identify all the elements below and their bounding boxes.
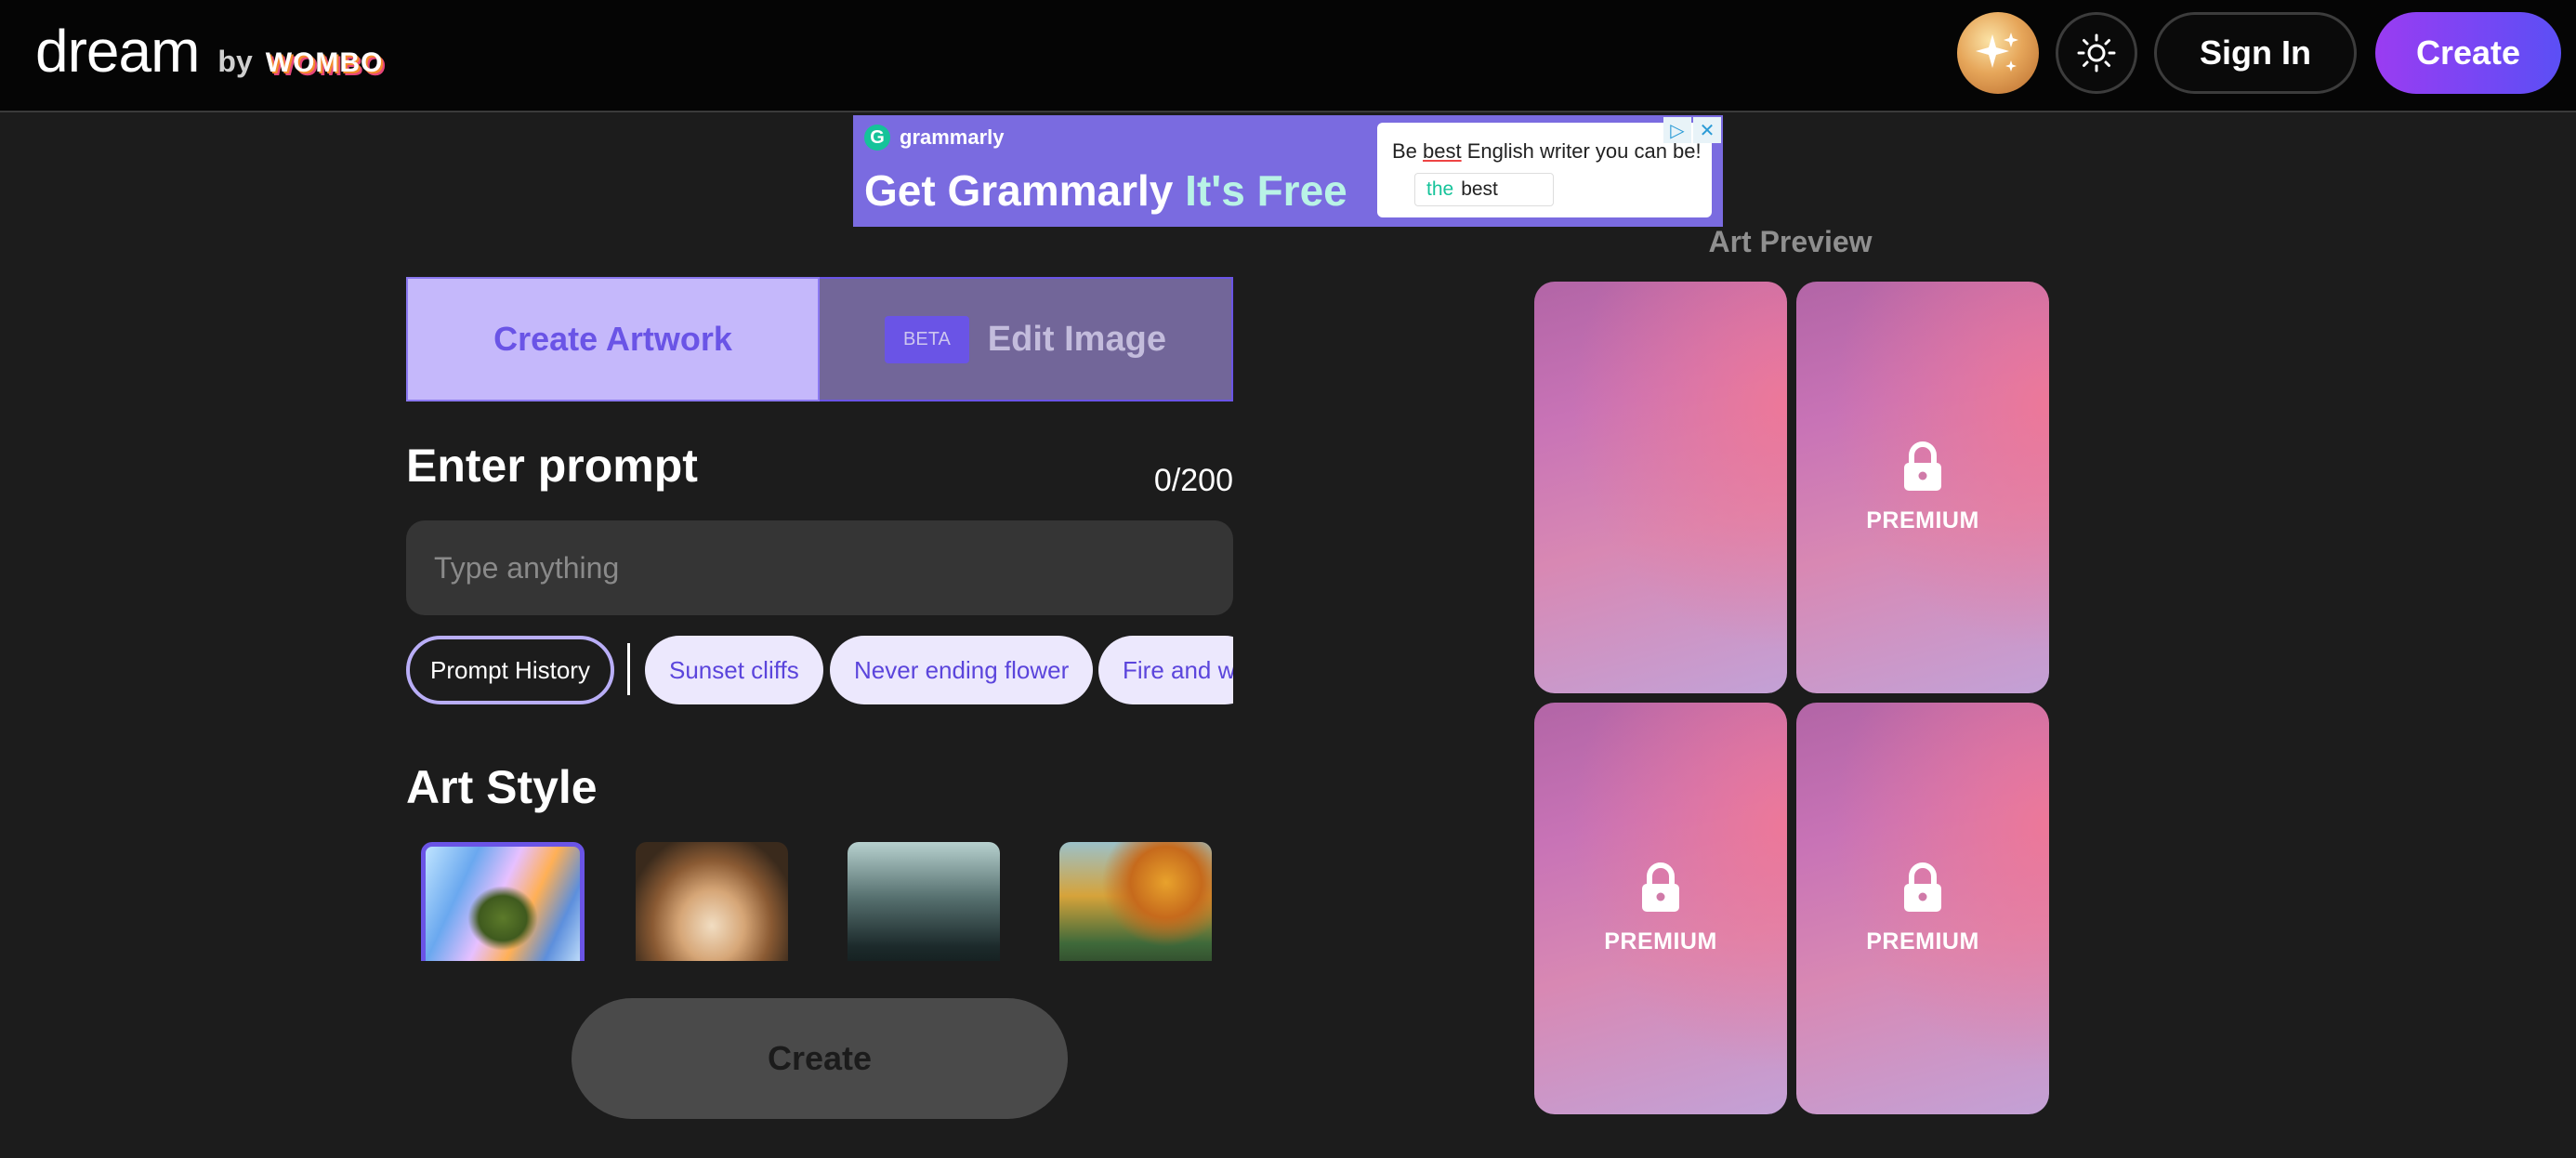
ad-suggestion-green: the (1426, 178, 1454, 200)
top-bar: dream by WOMBO Sign In Create (0, 0, 2576, 112)
ad-sentence-start: Be (1392, 139, 1424, 163)
tab-edit-image-label: Edit Image (987, 319, 1166, 359)
lock-icon (1904, 441, 1941, 491)
art-preview-slot-premium[interactable]: PREMIUM (1534, 703, 1787, 1114)
prompt-suggestions: Prompt History Sunset cliffs Never endin… (406, 634, 1233, 704)
prompt-heading: Enter prompt (406, 440, 698, 492)
user-avatar-button[interactable] (1957, 12, 2039, 94)
sparkles-icon (1976, 33, 2018, 72)
logo-by-text: by (217, 45, 253, 78)
logo-dream-text: dream (35, 18, 200, 85)
prompt-history-button[interactable]: Prompt History (406, 636, 614, 704)
ad-brand: G grammarly (864, 125, 1005, 151)
beta-badge: BETA (885, 315, 969, 363)
art-preview-slot-premium[interactable]: PREMIUM (1796, 703, 2049, 1114)
grammarly-logo-icon: G (864, 125, 890, 151)
ad-headline-main: Get Grammarly (864, 166, 1174, 215)
wombo-logo: WOMBO (265, 47, 384, 78)
premium-label: PREMIUM (1604, 928, 1717, 954)
art-style-thumb-goblin[interactable] (421, 842, 585, 961)
ad-controls: ▷ ✕ (1663, 117, 1721, 143)
art-preview-slot[interactable] (1534, 282, 1787, 693)
premium-label: PREMIUM (1866, 507, 1979, 533)
header-create-button[interactable]: Create (2375, 12, 2561, 94)
premium-label: PREMIUM (1866, 928, 1979, 954)
lock-icon (1642, 862, 1679, 912)
ad-sentence-highlight: best (1423, 139, 1462, 163)
sign-in-button[interactable]: Sign In (2154, 12, 2357, 94)
suggestion-chip[interactable]: Sunset cliffs (645, 636, 823, 704)
ad-close-icon[interactable]: ✕ (1693, 117, 1721, 143)
art-preview-slot-premium[interactable]: PREMIUM (1796, 282, 2049, 693)
ad-headline: Get Grammarly It's Free (864, 165, 1347, 216)
suggestion-chip[interactable]: Fire and w (1098, 636, 1233, 704)
tab-create-artwork[interactable]: Create Artwork (406, 277, 820, 401)
art-style-list (406, 836, 1233, 961)
dream-logo[interactable]: dream by WOMBO (35, 17, 383, 91)
sun-icon (2077, 33, 2116, 72)
ad-sample-card: Be best English writer you can be! the b… (1377, 123, 1712, 217)
prompt-char-count: 0/200 (1153, 463, 1233, 498)
ad-suggestion-text: best (1461, 178, 1498, 200)
ad-brand-name: grammarly (900, 125, 1005, 149)
theme-toggle-button[interactable] (2056, 12, 2137, 94)
mode-tabs: Create Artwork BETA Edit Image (406, 277, 1233, 401)
tab-edit-image[interactable]: BETA Edit Image (820, 277, 1233, 401)
ad-sample-sentence: Be best English writer you can be! (1392, 139, 1702, 164)
suggestion-chip[interactable]: Never ending flower (830, 636, 1094, 704)
art-style-heading: Art Style (406, 761, 598, 813)
chips-divider (627, 643, 630, 695)
ad-choices-icon[interactable]: ▷ (1663, 117, 1691, 143)
art-style-thumb-hallway[interactable] (848, 842, 1000, 961)
create-button[interactable]: Create (572, 998, 1068, 1119)
art-style-thumb-kitten[interactable] (636, 842, 788, 961)
art-style-thumb-forest[interactable] (1059, 842, 1212, 961)
ad-suggestion-chip: the best (1414, 173, 1554, 206)
prompt-input[interactable] (406, 520, 1233, 615)
ad-headline-accent: It's Free (1185, 166, 1347, 215)
grammarly-ad-banner[interactable]: G grammarly Get Grammarly It's Free Be b… (853, 115, 1723, 227)
lock-icon (1904, 862, 1941, 912)
art-preview-heading: Art Preview (1708, 225, 1873, 258)
